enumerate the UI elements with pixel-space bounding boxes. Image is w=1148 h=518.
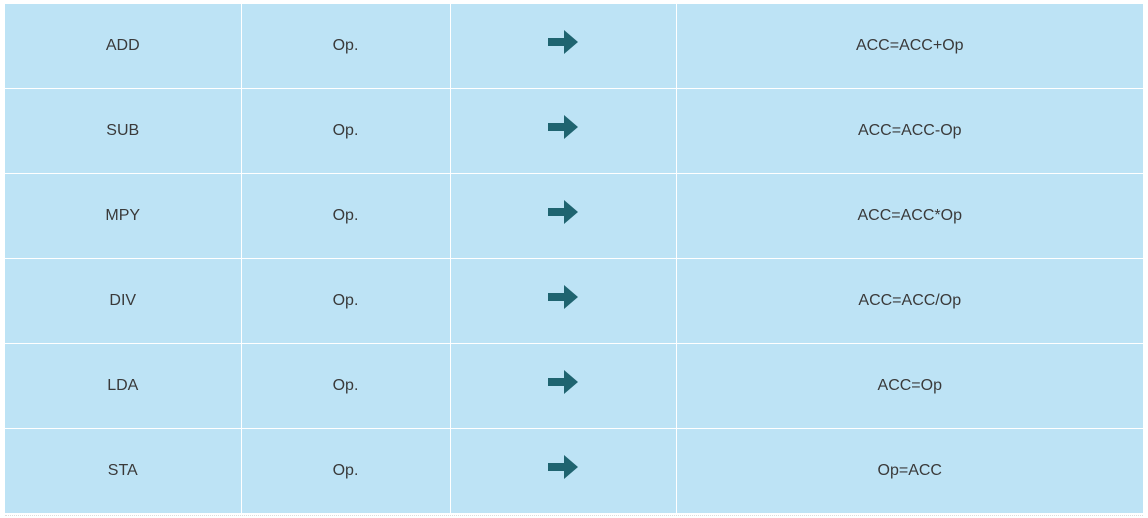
arrow-right-icon	[546, 113, 580, 141]
arrow-right-icon	[546, 28, 580, 56]
table-row: SUB Op. ACC=ACC-Op	[5, 88, 1143, 174]
mnemonic-cell: STA	[5, 428, 242, 514]
arrow-cell	[449, 258, 677, 344]
table-row: MPY Op. ACC=ACC*Op	[5, 173, 1143, 259]
result-cell: ACC=Op	[675, 343, 1143, 429]
arrow-right-icon	[546, 283, 580, 311]
table-row: DIV Op. ACC=ACC/Op	[5, 258, 1143, 344]
operand-cell: Op.	[240, 4, 451, 89]
operand-cell: Op.	[240, 173, 451, 259]
result-cell: ACC=ACC-Op	[675, 88, 1143, 174]
arrow-cell	[449, 343, 677, 429]
arrow-cell	[449, 173, 677, 259]
table-row: LDA Op. ACC=Op	[5, 343, 1143, 429]
result-cell: ACC=ACC+Op	[675, 4, 1143, 89]
mnemonic-cell: DIV	[5, 258, 242, 344]
operand-cell: Op.	[240, 428, 451, 514]
arrow-right-icon	[546, 198, 580, 226]
instruction-table: ADD Op. ACC=ACC+Op SUB Op. ACC=ACC-Op MP…	[5, 4, 1143, 514]
table-row: STA Op. Op=ACC	[5, 428, 1143, 514]
bottom-divider	[5, 515, 1143, 516]
arrow-right-icon	[546, 453, 580, 481]
result-cell: Op=ACC	[675, 428, 1143, 514]
operand-cell: Op.	[240, 343, 451, 429]
arrow-cell	[449, 88, 677, 174]
result-cell: ACC=ACC/Op	[675, 258, 1143, 344]
table-row: ADD Op. ACC=ACC+Op	[5, 4, 1143, 89]
operand-cell: Op.	[240, 258, 451, 344]
mnemonic-cell: MPY	[5, 173, 242, 259]
mnemonic-cell: ADD	[5, 4, 242, 89]
arrow-cell	[449, 428, 677, 514]
mnemonic-cell: SUB	[5, 88, 242, 174]
arrow-cell	[449, 4, 677, 89]
arrow-right-icon	[546, 368, 580, 396]
result-cell: ACC=ACC*Op	[675, 173, 1143, 259]
mnemonic-cell: LDA	[5, 343, 242, 429]
operand-cell: Op.	[240, 88, 451, 174]
